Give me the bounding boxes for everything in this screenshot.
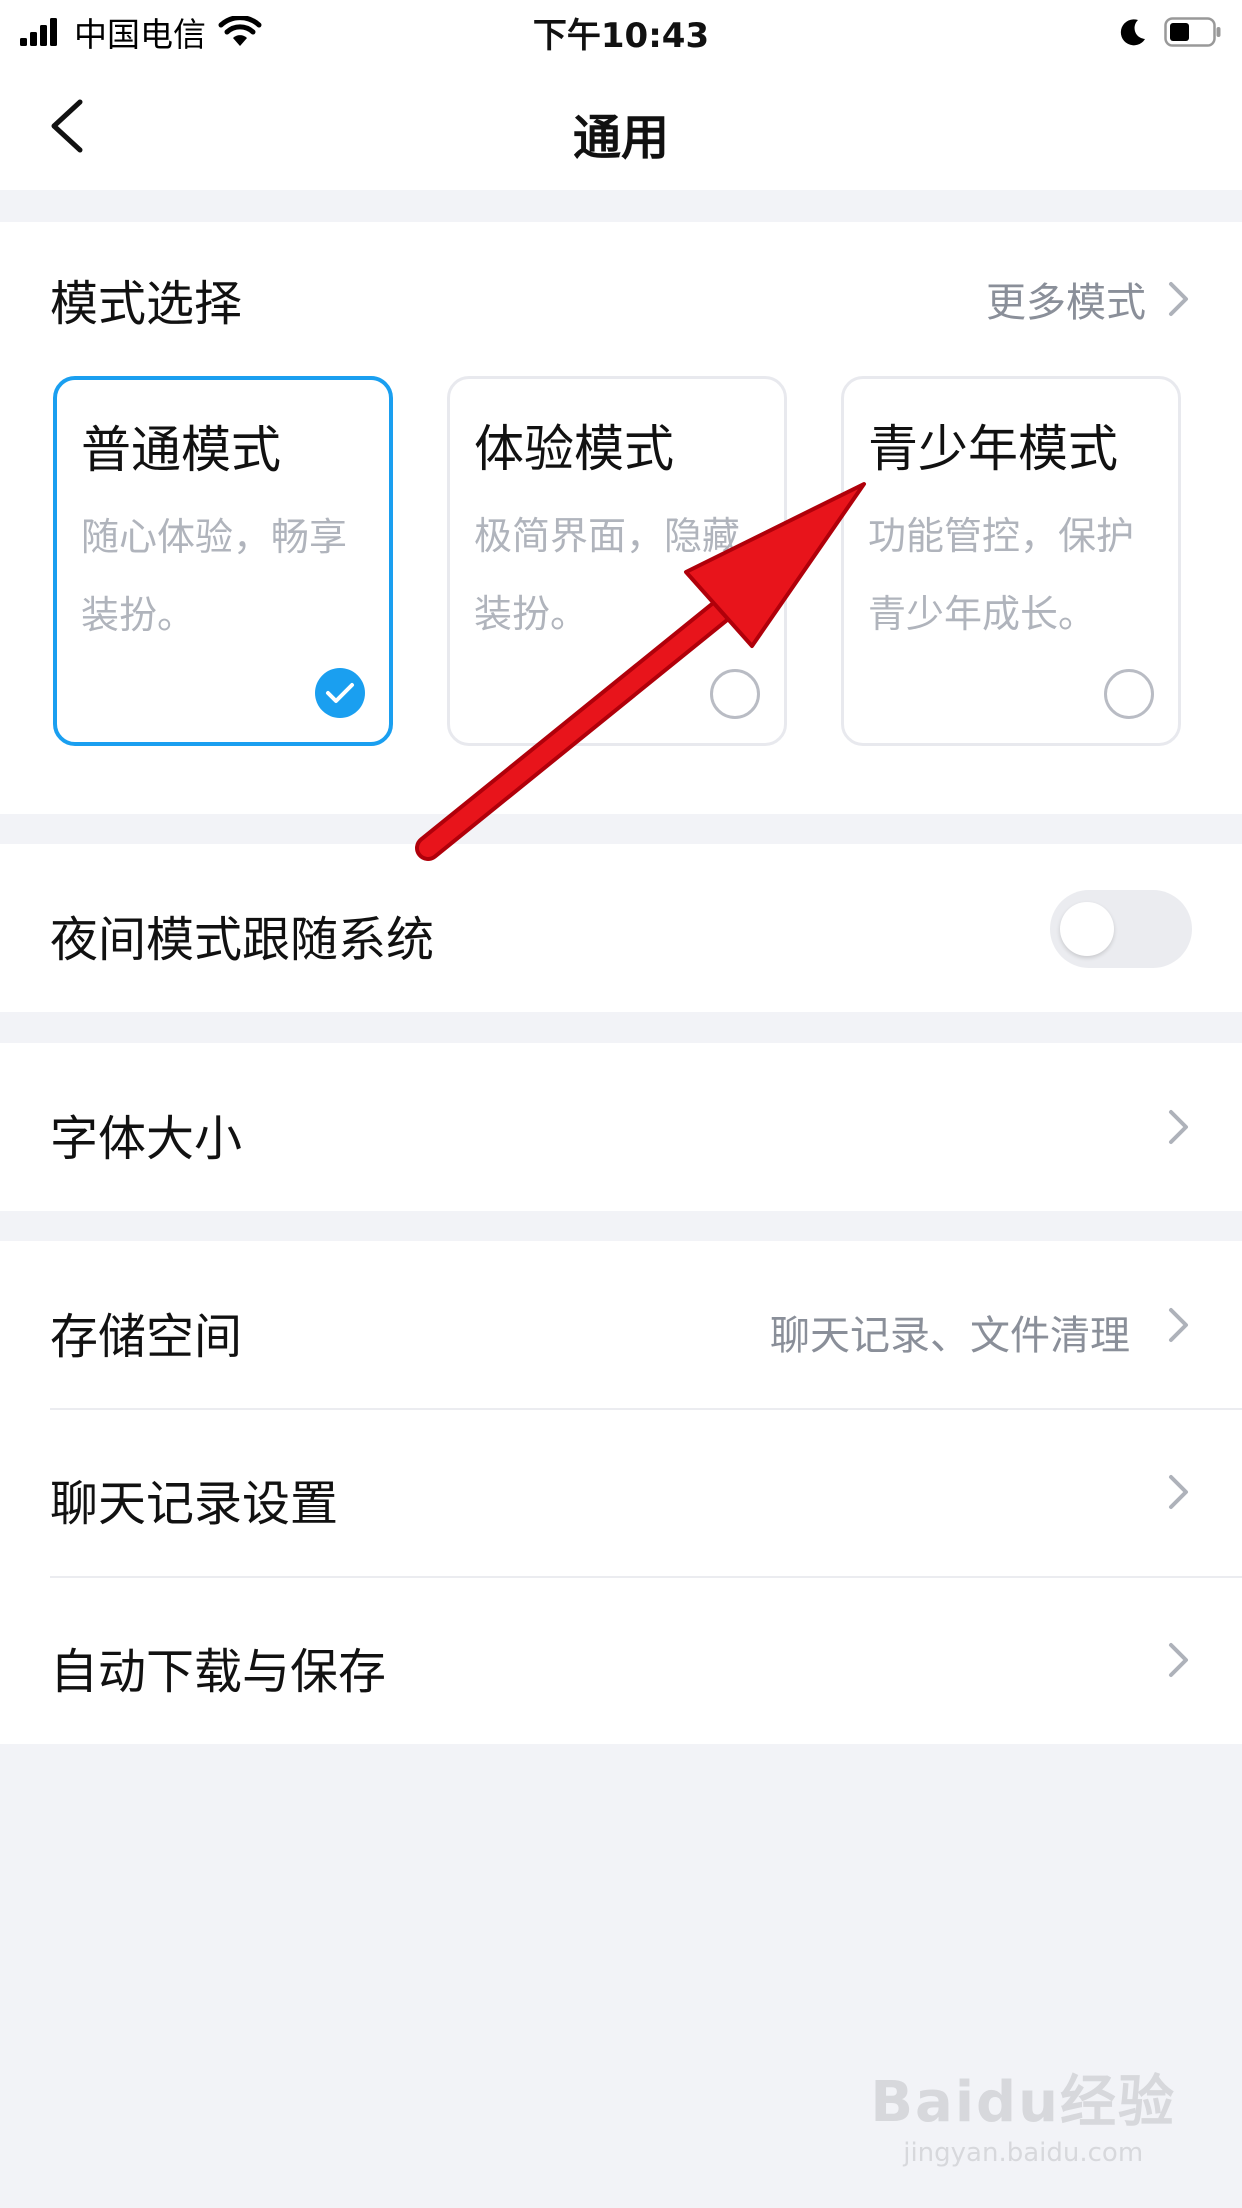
night-mode-row: 夜间模式跟随系统 [0, 844, 1242, 1012]
auto-download-row[interactable]: 自动下载与保存 [0, 1578, 1242, 1744]
toggle-knob [1060, 902, 1114, 956]
mode-card-teen[interactable]: 青少年模式 功能管控，保护 青少年成长。 [841, 376, 1181, 746]
chevron-right-icon [1169, 282, 1188, 316]
storage-row[interactable]: 存储空间 聊天记录、文件清理 [0, 1241, 1242, 1408]
storage-label: 存储空间 [50, 1309, 243, 1365]
storage-detail: 聊天记录、文件清理 [770, 1313, 1130, 1359]
mode-card-title: 体验模式 [474, 420, 674, 478]
mode-radio-checked[interactable] [315, 668, 365, 718]
watermark-brand: Baidu经验 [870, 2070, 1176, 2135]
chevron-right-icon [1169, 1110, 1188, 1144]
mode-radio[interactable] [1104, 669, 1154, 719]
moon-icon [1120, 19, 1145, 46]
auto-download-label: 自动下载与保存 [50, 1644, 387, 1700]
mode-card-experience[interactable]: 体验模式 极简界面，隐藏 装扮。 [447, 376, 787, 746]
night-mode-toggle[interactable] [1050, 890, 1192, 968]
font-size-label: 字体大小 [50, 1111, 243, 1167]
watermark-url: jingyan.baidu.com [903, 2138, 1144, 2168]
mode-select-heading: 模式选择 [50, 276, 243, 332]
battery-icon [1164, 17, 1221, 47]
mode-card-title: 普通模式 [81, 421, 281, 479]
font-size-row[interactable]: 字体大小 [0, 1043, 1242, 1211]
page-title: 通用 [572, 110, 669, 166]
checkmark-icon [326, 683, 354, 703]
watermark: Baidu经验 jingyan.baidu.com [870, 2057, 1176, 2168]
night-mode-label: 夜间模式跟随系统 [50, 912, 435, 968]
mode-select-section: 模式选择 更多模式 普通模式 随心体验，畅享 装扮。 体验模式 极简界面，隐藏 … [0, 222, 1242, 814]
status-time: 下午10:43 [532, 16, 710, 56]
chat-history-label: 聊天记录设置 [50, 1476, 339, 1532]
more-modes-label: 更多模式 [986, 280, 1146, 326]
mode-card-desc: 功能管控，保护 青少年成长。 [868, 514, 1135, 636]
chevron-right-icon [1169, 1475, 1188, 1509]
navigation-bar: 通用 [0, 62, 1242, 190]
more-modes-link[interactable]: 更多模式 [986, 270, 1192, 328]
mode-card-normal[interactable]: 普通模式 随心体验，畅享 装扮。 [53, 376, 393, 746]
mode-card-desc: 随心体验，畅享 装扮。 [81, 515, 348, 637]
chevron-right-icon [1169, 1643, 1188, 1677]
mode-radio[interactable] [710, 669, 760, 719]
chat-history-row[interactable]: 聊天记录设置 [0, 1410, 1242, 1576]
chevron-right-icon [1169, 1308, 1188, 1342]
mode-card-desc: 极简界面，隐藏 装扮。 [474, 514, 741, 636]
mode-card-title: 青少年模式 [868, 420, 1118, 478]
storage-group: 存储空间 聊天记录、文件清理 聊天记录设置 自动下载与保存 [0, 1241, 1242, 1744]
status-bar: 中国电信 下午10:43 [0, 0, 1242, 62]
